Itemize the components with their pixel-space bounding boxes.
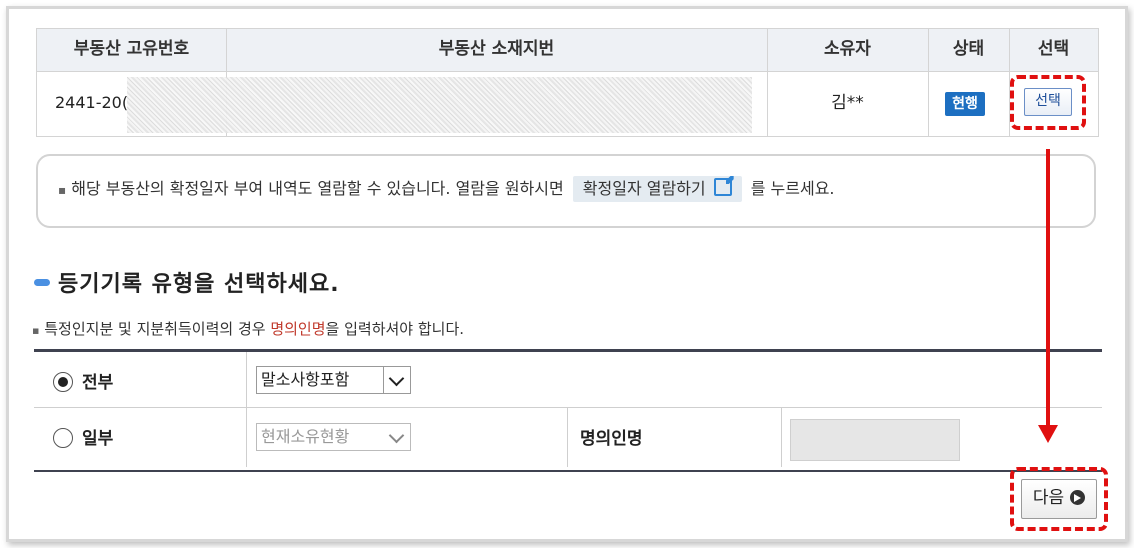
cell-unique-no: 2441-20(: [55, 93, 129, 112]
partial-scope-select-value: 현재소유현황: [261, 427, 350, 446]
label-name: 명의인명: [580, 429, 643, 449]
header-owner: 소유자: [824, 39, 871, 59]
annotation-arrow-head-icon: [1038, 425, 1058, 443]
label-partial: 일부: [82, 429, 114, 449]
info-bullet: ▪: [58, 183, 67, 197]
cell-owner: 김**: [831, 93, 864, 113]
view-confirmation-date-label: 확정일자 열람하기: [582, 179, 706, 198]
note-highlight: 명의인명: [270, 320, 326, 338]
note-bullet: ▪: [32, 324, 40, 337]
header-address: 부동산 소재지번: [438, 39, 555, 59]
label-all: 전부: [82, 373, 114, 393]
view-confirmation-date-button[interactable]: 확정일자 열람하기: [572, 176, 742, 202]
note-after: 을 입력하셔야 합니다.: [325, 320, 465, 338]
name-input[interactable]: [790, 419, 960, 461]
annotation-arrow-line: [1046, 149, 1050, 429]
note-before: 특정인지분 및 지분취득이력의 경우: [44, 320, 271, 338]
radio-partial[interactable]: [53, 428, 73, 448]
section-bullet-icon: [34, 279, 50, 286]
all-scope-select-value: 말소사항포함: [261, 370, 350, 389]
header-unique-no: 부동산 고유번호: [73, 39, 190, 59]
partial-scope-select[interactable]: 현재소유현황: [256, 423, 411, 451]
chevron-down-icon: [383, 367, 410, 393]
info-text-before: 해당 부동산의 확정일자 부여 내역도 열람할 수 있습니다. 열람을 원하시면: [71, 179, 564, 198]
info-text-after: 를 누르세요.: [750, 179, 835, 198]
header-select: 선택: [1037, 39, 1070, 59]
info-text: ▪ 해당 부동산의 확정일자 부여 내역도 열람할 수 있습니다. 열람을 원하…: [58, 176, 835, 203]
property-table: 부동산 고유번호 부동산 소재지번 소유자 상태 선택 2441-20( 김**: [36, 28, 1099, 137]
annotation-highlight-next: [1010, 467, 1108, 531]
section-title: 등기기록 유형을 선택하세요.: [58, 272, 340, 297]
annotation-highlight-select: [1010, 75, 1086, 130]
chevron-down-icon: [384, 424, 410, 450]
all-scope-select[interactable]: 말소사항포함: [256, 366, 411, 394]
status-badge: 현행: [945, 92, 985, 116]
external-link-icon: [713, 178, 732, 196]
section-note: ▪ 특정인지분 및 지분취득이력의 경우 명의인명을 입력하셔야 합니다.: [32, 318, 464, 339]
blurred-address: [127, 77, 752, 133]
header-status: 상태: [952, 39, 985, 59]
radio-all[interactable]: [53, 372, 73, 392]
